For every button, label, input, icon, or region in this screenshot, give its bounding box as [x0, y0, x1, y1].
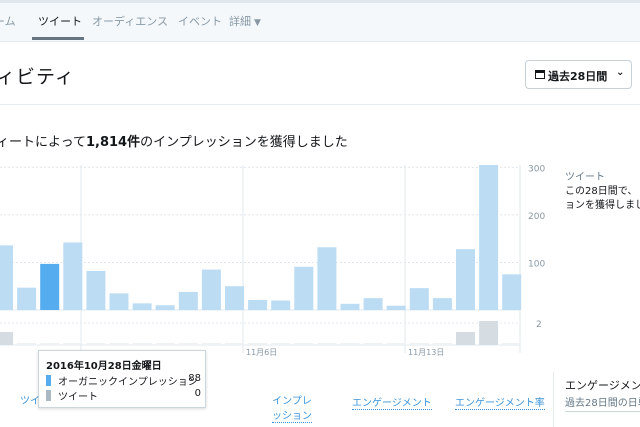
tweet-count-bar [248, 343, 268, 345]
tweet-count-bar [386, 343, 406, 345]
tweet-count-bar [456, 332, 475, 345]
tweet-count-bar [109, 343, 129, 345]
chevron-down-icon: ▼ [254, 18, 261, 28]
tooltip-series-label: ツイート [58, 392, 98, 403]
impression-bar [271, 300, 291, 310]
impression-bar [132, 303, 152, 310]
impression-bar [456, 249, 475, 310]
tooltip-row: オーガニックインプレッション 88 [46, 373, 201, 388]
impression-bar [317, 247, 337, 310]
impression-bar [178, 291, 198, 310]
tweet-count-bar [63, 343, 83, 345]
impression-bar [502, 274, 522, 310]
legend-swatch [46, 375, 51, 386]
tab-engagements[interactable]: エンゲージメント [352, 394, 432, 410]
tweet-count-bar [271, 343, 291, 345]
tweet-count-bar [479, 321, 499, 345]
tweet-count-bar [225, 343, 244, 345]
date-range-label: 過去28日間 [548, 70, 608, 83]
impression-bar [17, 287, 37, 310]
tweet-count-bar [317, 343, 337, 345]
chevron-down-icon: ⌄ [616, 67, 625, 78]
impression-bar [479, 165, 499, 310]
impression-bar [409, 288, 429, 310]
impressions-chart[interactable]: 100 200 300 2 11月6日 11月13日 [0, 165, 560, 365]
date-range-button[interactable]: 過去28日間 ⌄ [525, 60, 632, 89]
tab-engagement-rate[interactable]: エンゲージメント率 [455, 394, 545, 410]
tooltip-row: ツイート 0 [46, 388, 201, 403]
impression-bar [294, 266, 314, 310]
engagement-panel-subtitle[interactable]: 過去28日間の日単 [565, 394, 640, 412]
y-tick-label: 2 [536, 320, 542, 330]
tab-tweets[interactable]: ツイート [38, 13, 82, 29]
tab-impressions-line2: ッション [272, 411, 312, 423]
tab-impressions-line1: インプレ [272, 396, 312, 407]
y-tick-label: 200 [528, 212, 545, 222]
impression-bar [225, 286, 244, 310]
tweet-count-bar [86, 343, 106, 345]
impressions-summary: ィートによって1,814件のインプレッションを獲得しました [0, 131, 348, 150]
tooltip-series-label: オーガニックインプレッション [58, 377, 198, 388]
tooltip-series-value: 88 [188, 373, 201, 384]
tab-home[interactable]: ーム [0, 13, 16, 29]
summary-suffix: を獲得しました [256, 135, 348, 150]
tab-tweets-table[interactable]: ツイ [20, 392, 40, 407]
tab-audience[interactable]: オーディエンス [92, 13, 168, 29]
tab-events[interactable]: イベント [178, 13, 222, 29]
summary-mid: のインプレッション [140, 135, 257, 150]
summary-count: 1,814件 [85, 135, 141, 150]
legend-swatch [46, 390, 51, 401]
calendar-icon [535, 70, 545, 79]
tweet-count-bar [0, 332, 13, 345]
impression-bar [432, 298, 452, 310]
impression-bar [63, 242, 83, 310]
impression-bar [363, 298, 383, 310]
tweet-count-bar [132, 343, 152, 345]
tab-more[interactable]: 詳細 ▼ [229, 13, 261, 29]
tweet-count-bar [201, 343, 221, 345]
tooltip-series-value: 0 [194, 388, 201, 399]
impression-bar [40, 263, 60, 310]
y-tick-label: 300 [528, 165, 545, 174]
tab-impressions[interactable]: インプレ ッション [272, 394, 312, 424]
top-nav: ーム ツイート オーディエンス イベント 詳細▼ [0, 0, 640, 42]
side-panel-line2: ョンを獲得しまし [565, 200, 640, 211]
tweet-count-bar [502, 343, 522, 345]
x-tick-label: 11月6日 [246, 348, 277, 357]
tweet-count-bar [17, 343, 37, 345]
page-title: ィビティ [0, 66, 75, 88]
tweet-count-bar [363, 343, 383, 345]
tweet-count-bar [432, 343, 452, 345]
impression-bar [109, 293, 129, 310]
engagement-panel-title: エンゲージメン [565, 379, 640, 392]
tweet-count-bar [294, 343, 314, 345]
tooltip-date: 2016年10月28日金曜日 [46, 361, 162, 372]
tweet-count-bar [409, 343, 429, 345]
impression-bar [86, 271, 106, 310]
summary-prefix: ィートによって [0, 135, 86, 150]
impression-bar [155, 305, 175, 310]
x-tick-label: 11月13日 [408, 348, 444, 357]
tweet-count-bar [40, 343, 60, 345]
impression-bar [340, 303, 360, 310]
tab-more-label: 詳細 [229, 15, 251, 28]
divider [553, 372, 554, 427]
tweet-count-bar [155, 343, 175, 345]
impression-bar [248, 300, 268, 310]
side-panel-line1: この28日間で、 [565, 186, 638, 197]
chart-tooltip: 2016年10月28日金曜日 オーガニックインプレッション 88 ツイート 0 [38, 350, 206, 408]
tweet-count-bar [178, 343, 198, 345]
y-tick-label: 100 [528, 259, 545, 269]
tweet-count-bar [340, 343, 360, 345]
impression-bar [386, 305, 406, 310]
impression-bar [0, 245, 13, 310]
impression-bar [201, 269, 221, 310]
side-panel-title: ツイート [565, 172, 605, 183]
